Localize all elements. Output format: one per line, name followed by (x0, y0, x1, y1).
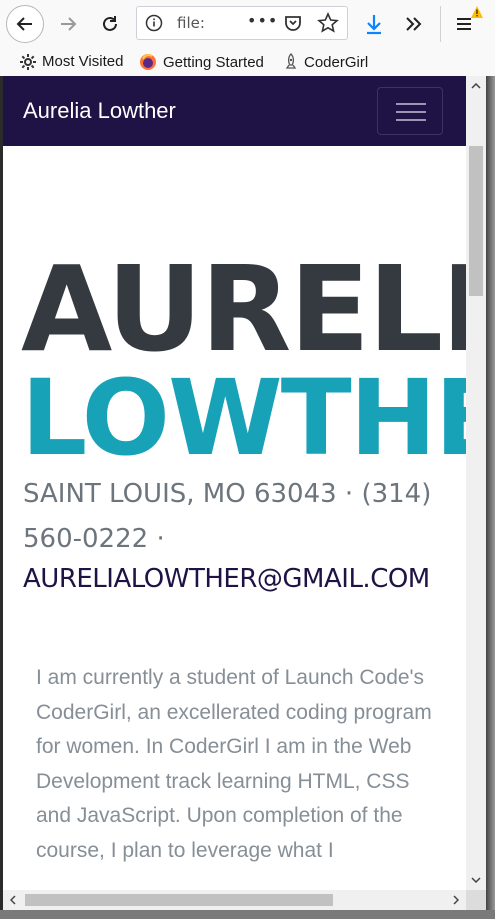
contact-address: SAINT LOUIS, MO 63043 · (314) 560-0222 · (23, 479, 432, 554)
scroll-up-button[interactable] (466, 76, 486, 96)
horizontal-scrollbar[interactable] (3, 890, 466, 910)
download-icon (367, 15, 381, 35)
firefox-icon (140, 53, 156, 70)
chevron-up-icon (471, 83, 481, 89)
chevron-right-icon (453, 895, 459, 905)
page-viewport: Aurelia Lowther AURELIA LOWTHER SAINT LO… (3, 76, 466, 890)
hero-first-name: AURELIA (21, 240, 466, 378)
navbar-toggle-button[interactable] (377, 87, 443, 135)
scroll-left-button[interactable] (3, 890, 23, 910)
horizontal-scroll-thumb[interactable] (25, 894, 333, 906)
rocket-icon (285, 53, 297, 69)
about-bio: I am currently a student of Launch Code'… (36, 666, 432, 862)
browser-toolbar: file: ••• (0, 0, 495, 49)
back-arrow-icon (16, 17, 32, 31)
site-navbar: Aurelia Lowther (3, 76, 466, 146)
hamburger-menu-icon (396, 103, 426, 105)
gear-icon (20, 53, 36, 70)
bookmark-codergirl[interactable]: CoderGirl (284, 53, 368, 71)
bookmark-label: Most Visited (42, 53, 124, 70)
download-button[interactable] (356, 6, 392, 42)
forward-arrow-icon (61, 17, 77, 31)
chevron-left-icon (10, 895, 16, 905)
vertical-scrollbar[interactable] (466, 76, 486, 890)
star-icon[interactable] (317, 12, 339, 34)
scrollbar-corner (466, 890, 486, 910)
vertical-scroll-thumb[interactable] (469, 146, 483, 296)
url-text[interactable]: file: (177, 14, 205, 32)
hamburger-menu-icon (396, 111, 426, 113)
reload-icon (103, 16, 117, 31)
forward-button[interactable] (50, 6, 86, 42)
back-button[interactable] (6, 5, 44, 43)
warning-icon[interactable] (470, 5, 484, 19)
navbar-brand[interactable]: Aurelia Lowther (23, 98, 176, 124)
window-bottom-edge (0, 910, 495, 919)
scroll-right-button[interactable] (446, 890, 466, 910)
contact-email-link[interactable]: AURELIALOWTHER@GMAIL.COM (23, 560, 430, 598)
info-icon[interactable] (145, 14, 163, 32)
bookmarks-bar: Most Visited Getting Started CoderGirl (0, 48, 495, 76)
bookmark-most-visited[interactable]: Most Visited (20, 53, 123, 70)
chevron-down-icon (471, 877, 481, 883)
scroll-down-button[interactable] (466, 870, 486, 890)
bookmark-getting-started[interactable]: Getting Started (139, 53, 264, 71)
url-bar[interactable]: file: ••• (136, 6, 348, 40)
overflow-icon (406, 17, 422, 31)
bookmark-label: CoderGirl (304, 53, 369, 71)
bookmark-label: Getting Started (163, 53, 264, 71)
hamburger-menu-icon (396, 119, 426, 121)
page-actions-icon[interactable]: ••• (247, 11, 278, 30)
toolbar-separator (440, 6, 441, 42)
reload-button[interactable] (92, 6, 128, 42)
overflow-button[interactable] (396, 6, 432, 42)
hero-last-name: LOWTHER (21, 357, 466, 479)
pocket-icon[interactable] (283, 13, 303, 33)
